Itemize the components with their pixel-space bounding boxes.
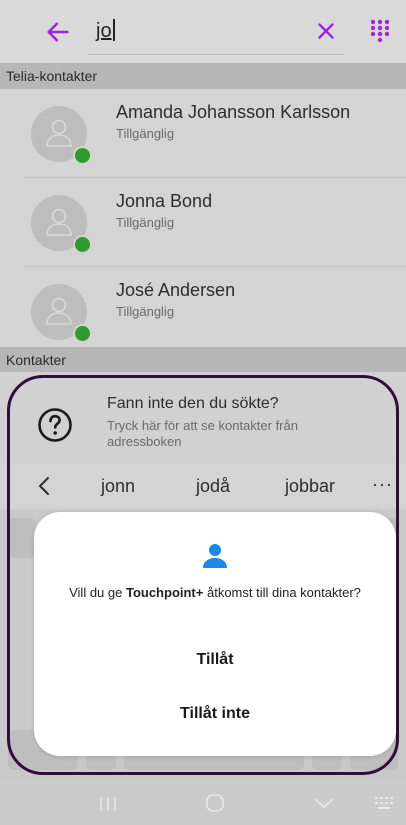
- presence-indicator: [73, 146, 92, 165]
- contact-status: Tillgänglig: [116, 304, 175, 319]
- contact-row[interactable]: Jonna Bond Tillgänglig: [0, 178, 406, 267]
- recent-apps-icon[interactable]: [98, 796, 118, 812]
- search-input[interactable]: jo: [96, 19, 115, 43]
- allow-button[interactable]: Tillåt: [34, 651, 396, 669]
- contact-name: Amanda Johansson Karlsson: [116, 102, 351, 122]
- contact-status: Tillgänglig: [116, 126, 175, 141]
- keyboard-icon[interactable]: [374, 796, 394, 810]
- section-header-label: Telia-kontakter: [6, 68, 98, 84]
- arrow-left-icon[interactable]: [44, 18, 72, 46]
- system-navigation-bar: [0, 780, 406, 825]
- search-underline: [88, 54, 344, 55]
- search-bar: jo: [0, 0, 406, 63]
- contact-name: José Andersen: [116, 280, 236, 300]
- presence-indicator: [73, 235, 92, 254]
- close-icon[interactable]: [313, 18, 339, 44]
- permission-message-prefix: Vill du ge: [69, 585, 126, 600]
- contact-row[interactable]: Amanda Johansson Karlsson Tillgänglig: [0, 89, 406, 178]
- permission-message-suffix: åtkomst till dina kontakter?: [203, 585, 361, 600]
- dialpad-icon[interactable]: [370, 19, 390, 43]
- section-header-label: Kontakter: [6, 352, 66, 368]
- contact-row[interactable]: José Andersen Tillgänglig: [0, 267, 406, 347]
- person-outline-icon: [46, 119, 72, 147]
- deny-button[interactable]: Tillåt inte: [34, 705, 396, 723]
- permission-dialog: Vill du ge Touchpoint+ åtkomst till dina…: [34, 512, 396, 756]
- section-header-telia: Telia-kontakter: [0, 63, 406, 89]
- search-query-text: jo: [96, 20, 112, 42]
- person-outline-icon: [46, 208, 72, 236]
- permission-message: Vill du ge Touchpoint+ åtkomst till dina…: [54, 584, 376, 601]
- presence-indicator: [73, 324, 92, 343]
- text-cursor: [112, 19, 115, 41]
- person-outline-icon: [46, 297, 72, 325]
- contact-name: Jonna Bond: [116, 191, 213, 211]
- contact-status: Tillgänglig: [116, 215, 175, 230]
- person-icon: [203, 544, 227, 568]
- section-header-contacts: Kontakter: [0, 347, 406, 373]
- chevron-down-icon[interactable]: [313, 796, 335, 810]
- home-icon[interactable]: [205, 793, 225, 813]
- app-name: Touchpoint+: [125, 585, 204, 600]
